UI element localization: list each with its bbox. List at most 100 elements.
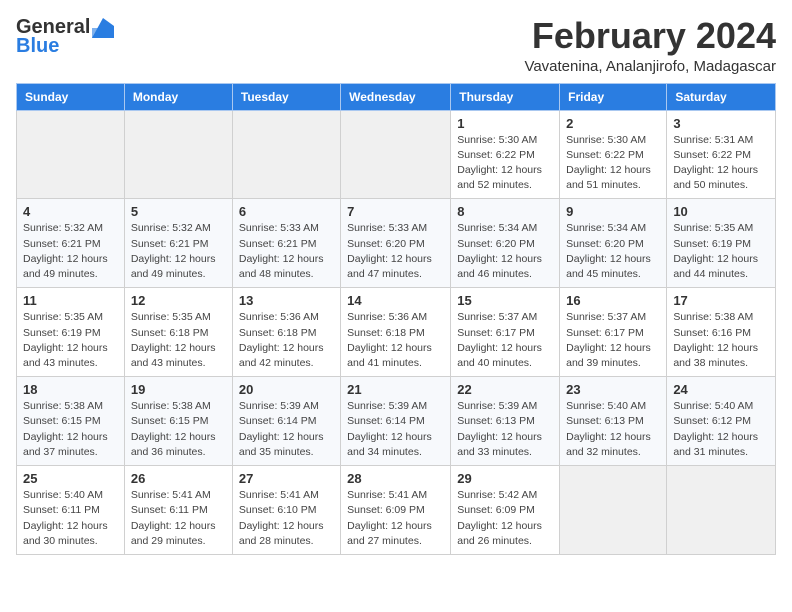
calendar-cell: 6 Sunrise: 5:33 AMSunset: 6:21 PMDaylight…: [232, 199, 340, 288]
calendar-cell: 12 Sunrise: 5:35 AMSunset: 6:18 PMDayligh…: [124, 288, 232, 377]
day-number: 3: [673, 116, 769, 131]
header-tuesday: Tuesday: [232, 83, 340, 110]
day-detail: Sunrise: 5:30 AMSunset: 6:22 PMDaylight:…: [566, 133, 660, 194]
day-number: 13: [239, 293, 334, 308]
calendar-cell: 7 Sunrise: 5:33 AMSunset: 6:20 PMDaylight…: [341, 199, 451, 288]
day-number: 5: [131, 204, 226, 219]
calendar-week-row: 11Sunrise: 5:35 AMSunset: 6:19 PMDayligh…: [17, 288, 776, 377]
calendar-cell: 2Sunrise: 5:30 AMSunset: 6:22 PMDaylight…: [560, 110, 667, 199]
header-thursday: Thursday: [451, 83, 560, 110]
calendar-cell: 26 Sunrise: 5:41 AMSunset: 6:11 PMDayligh…: [124, 466, 232, 555]
calendar-cell: [232, 110, 340, 199]
header-saturday: Saturday: [667, 83, 776, 110]
day-number: 17: [673, 293, 769, 308]
day-number: 12: [131, 293, 226, 308]
calendar-cell: 28 Sunrise: 5:41 AMSunset: 6:09 PMDayligh…: [341, 466, 451, 555]
calendar-cell: 17 Sunrise: 5:38 AMSunset: 6:16 PMDayligh…: [667, 288, 776, 377]
day-number: 27: [239, 471, 334, 486]
header-sunday: Sunday: [17, 83, 125, 110]
calendar-cell: 25Sunrise: 5:40 AMSunset: 6:11 PMDayligh…: [17, 466, 125, 555]
day-detail: Sunrise: 5:38 AMSunset: 6:16 PMDaylight:…: [673, 310, 769, 371]
calendar-cell: [124, 110, 232, 199]
day-number: 6: [239, 204, 334, 219]
calendar-cell: 8Sunrise: 5:34 AMSunset: 6:20 PMDaylight…: [451, 199, 560, 288]
day-detail: Sunrise: 5:40 AMSunset: 6:11 PMDaylight:…: [23, 488, 118, 549]
calendar-cell: 21 Sunrise: 5:39 AMSunset: 6:14 PMDayligh…: [341, 377, 451, 466]
day-detail: Sunrise: 5:41 AMSunset: 6:09 PMDaylight:…: [347, 488, 444, 549]
day-number: 9: [566, 204, 660, 219]
day-number: 4: [23, 204, 118, 219]
day-detail: Sunrise: 5:39 AMSunset: 6:14 PMDaylight:…: [347, 399, 444, 460]
calendar-cell: [667, 466, 776, 555]
day-detail: Sunrise: 5:41 AMSunset: 6:11 PMDaylight:…: [131, 488, 226, 549]
day-detail: Sunrise: 5:40 AMSunset: 6:13 PMDaylight:…: [566, 399, 660, 460]
day-detail: Sunrise: 5:42 AMSunset: 6:09 PMDaylight:…: [457, 488, 553, 549]
day-detail: Sunrise: 5:38 AMSunset: 6:15 PMDaylight:…: [23, 399, 118, 460]
header-friday: Friday: [560, 83, 667, 110]
calendar-cell: 18 Sunrise: 5:38 AMSunset: 6:15 PMDayligh…: [17, 377, 125, 466]
day-number: 18: [23, 382, 118, 397]
calendar-header-row: SundayMondayTuesdayWednesdayThursdayFrid…: [17, 83, 776, 110]
day-number: 22: [457, 382, 553, 397]
day-number: 21: [347, 382, 444, 397]
day-number: 20: [239, 382, 334, 397]
calendar-cell: 14 Sunrise: 5:36 AMSunset: 6:18 PMDayligh…: [341, 288, 451, 377]
day-detail: Sunrise: 5:35 AMSunset: 6:19 PMDaylight:…: [23, 310, 118, 371]
calendar-cell: 29 Sunrise: 5:42 AMSunset: 6:09 PMDayligh…: [451, 466, 560, 555]
day-number: 8: [457, 204, 553, 219]
day-number: 26: [131, 471, 226, 486]
day-detail: Sunrise: 5:31 AMSunset: 6:22 PMDaylight:…: [673, 133, 769, 194]
calendar-cell: [560, 466, 667, 555]
header: General Blue February 2024 Vavatenina, A…: [16, 16, 776, 75]
calendar-cell: 1Sunrise: 5:30 AMSunset: 6:22 PMDaylight…: [451, 110, 560, 199]
calendar-week-row: 25Sunrise: 5:40 AMSunset: 6:11 PMDayligh…: [17, 466, 776, 555]
day-number: 29: [457, 471, 553, 486]
day-number: 24: [673, 382, 769, 397]
header-monday: Monday: [124, 83, 232, 110]
day-number: 19: [131, 382, 226, 397]
day-detail: Sunrise: 5:38 AMSunset: 6:15 PMDaylight:…: [131, 399, 226, 460]
calendar-cell: 19 Sunrise: 5:38 AMSunset: 6:15 PMDayligh…: [124, 377, 232, 466]
calendar-cell: [17, 110, 125, 199]
day-detail: Sunrise: 5:33 AMSunset: 6:21 PMDaylight:…: [239, 221, 334, 282]
calendar-cell: 9 Sunrise: 5:34 AMSunset: 6:20 PMDaylight…: [560, 199, 667, 288]
day-detail: Sunrise: 5:37 AMSunset: 6:17 PMDaylight:…: [457, 310, 553, 371]
day-detail: Sunrise: 5:34 AMSunset: 6:20 PMDaylight:…: [566, 221, 660, 282]
day-number: 16: [566, 293, 660, 308]
day-number: 1: [457, 116, 553, 131]
calendar-cell: 13 Sunrise: 5:36 AMSunset: 6:18 PMDayligh…: [232, 288, 340, 377]
day-detail: Sunrise: 5:32 AMSunset: 6:21 PMDaylight:…: [23, 221, 118, 282]
calendar-week-row: 4 Sunrise: 5:32 AMSunset: 6:21 PMDaylight…: [17, 199, 776, 288]
day-detail: Sunrise: 5:36 AMSunset: 6:18 PMDaylight:…: [347, 310, 444, 371]
day-detail: Sunrise: 5:40 AMSunset: 6:12 PMDaylight:…: [673, 399, 769, 460]
calendar-cell: 20 Sunrise: 5:39 AMSunset: 6:14 PMDayligh…: [232, 377, 340, 466]
day-number: 10: [673, 204, 769, 219]
calendar-cell: 23 Sunrise: 5:40 AMSunset: 6:13 PMDayligh…: [560, 377, 667, 466]
calendar-cell: 5 Sunrise: 5:32 AMSunset: 6:21 PMDaylight…: [124, 199, 232, 288]
day-detail: Sunrise: 5:39 AMSunset: 6:13 PMDaylight:…: [457, 399, 553, 460]
calendar-cell: 10 Sunrise: 5:35 AMSunset: 6:19 PMDayligh…: [667, 199, 776, 288]
day-detail: Sunrise: 5:32 AMSunset: 6:21 PMDaylight:…: [131, 221, 226, 282]
calendar-week-row: 1 Sunrise: 5:30 AMSunset: 6:22 PMDaylight…: [17, 110, 776, 199]
calendar-week-row: 18 Sunrise: 5:38 AMSunset: 6:15 PMDayligh…: [17, 377, 776, 466]
day-detail: Sunrise: 5:39 AMSunset: 6:14 PMDaylight:…: [239, 399, 334, 460]
calendar-cell: 3 Sunrise: 5:31 AMSunset: 6:22 PMDaylight…: [667, 110, 776, 199]
day-detail: Sunrise: 5:37 AMSunset: 6:17 PMDaylight:…: [566, 310, 660, 371]
calendar-cell: 27Sunrise: 5:41 AMSunset: 6:10 PMDayligh…: [232, 466, 340, 555]
calendar-table: SundayMondayTuesdayWednesdayThursdayFrid…: [16, 83, 776, 555]
day-detail: Sunrise: 5:36 AMSunset: 6:18 PMDaylight:…: [239, 310, 334, 371]
logo-blue: Blue: [16, 35, 59, 58]
header-wednesday: Wednesday: [341, 83, 451, 110]
day-detail: Sunrise: 5:33 AMSunset: 6:20 PMDaylight:…: [347, 221, 444, 282]
day-number: 14: [347, 293, 444, 308]
day-number: 23: [566, 382, 660, 397]
day-number: 15: [457, 293, 553, 308]
day-number: 28: [347, 471, 444, 486]
title-section: February 2024 Vavatenina, Analanjirofo, …: [524, 16, 776, 75]
day-number: 7: [347, 204, 444, 219]
month-title: February 2024: [524, 16, 776, 56]
day-detail: Sunrise: 5:35 AMSunset: 6:18 PMDaylight:…: [131, 310, 226, 371]
location-title: Vavatenina, Analanjirofo, Madagascar: [524, 58, 776, 75]
logo-icon: [92, 18, 114, 38]
day-detail: Sunrise: 5:35 AMSunset: 6:19 PMDaylight:…: [673, 221, 769, 282]
